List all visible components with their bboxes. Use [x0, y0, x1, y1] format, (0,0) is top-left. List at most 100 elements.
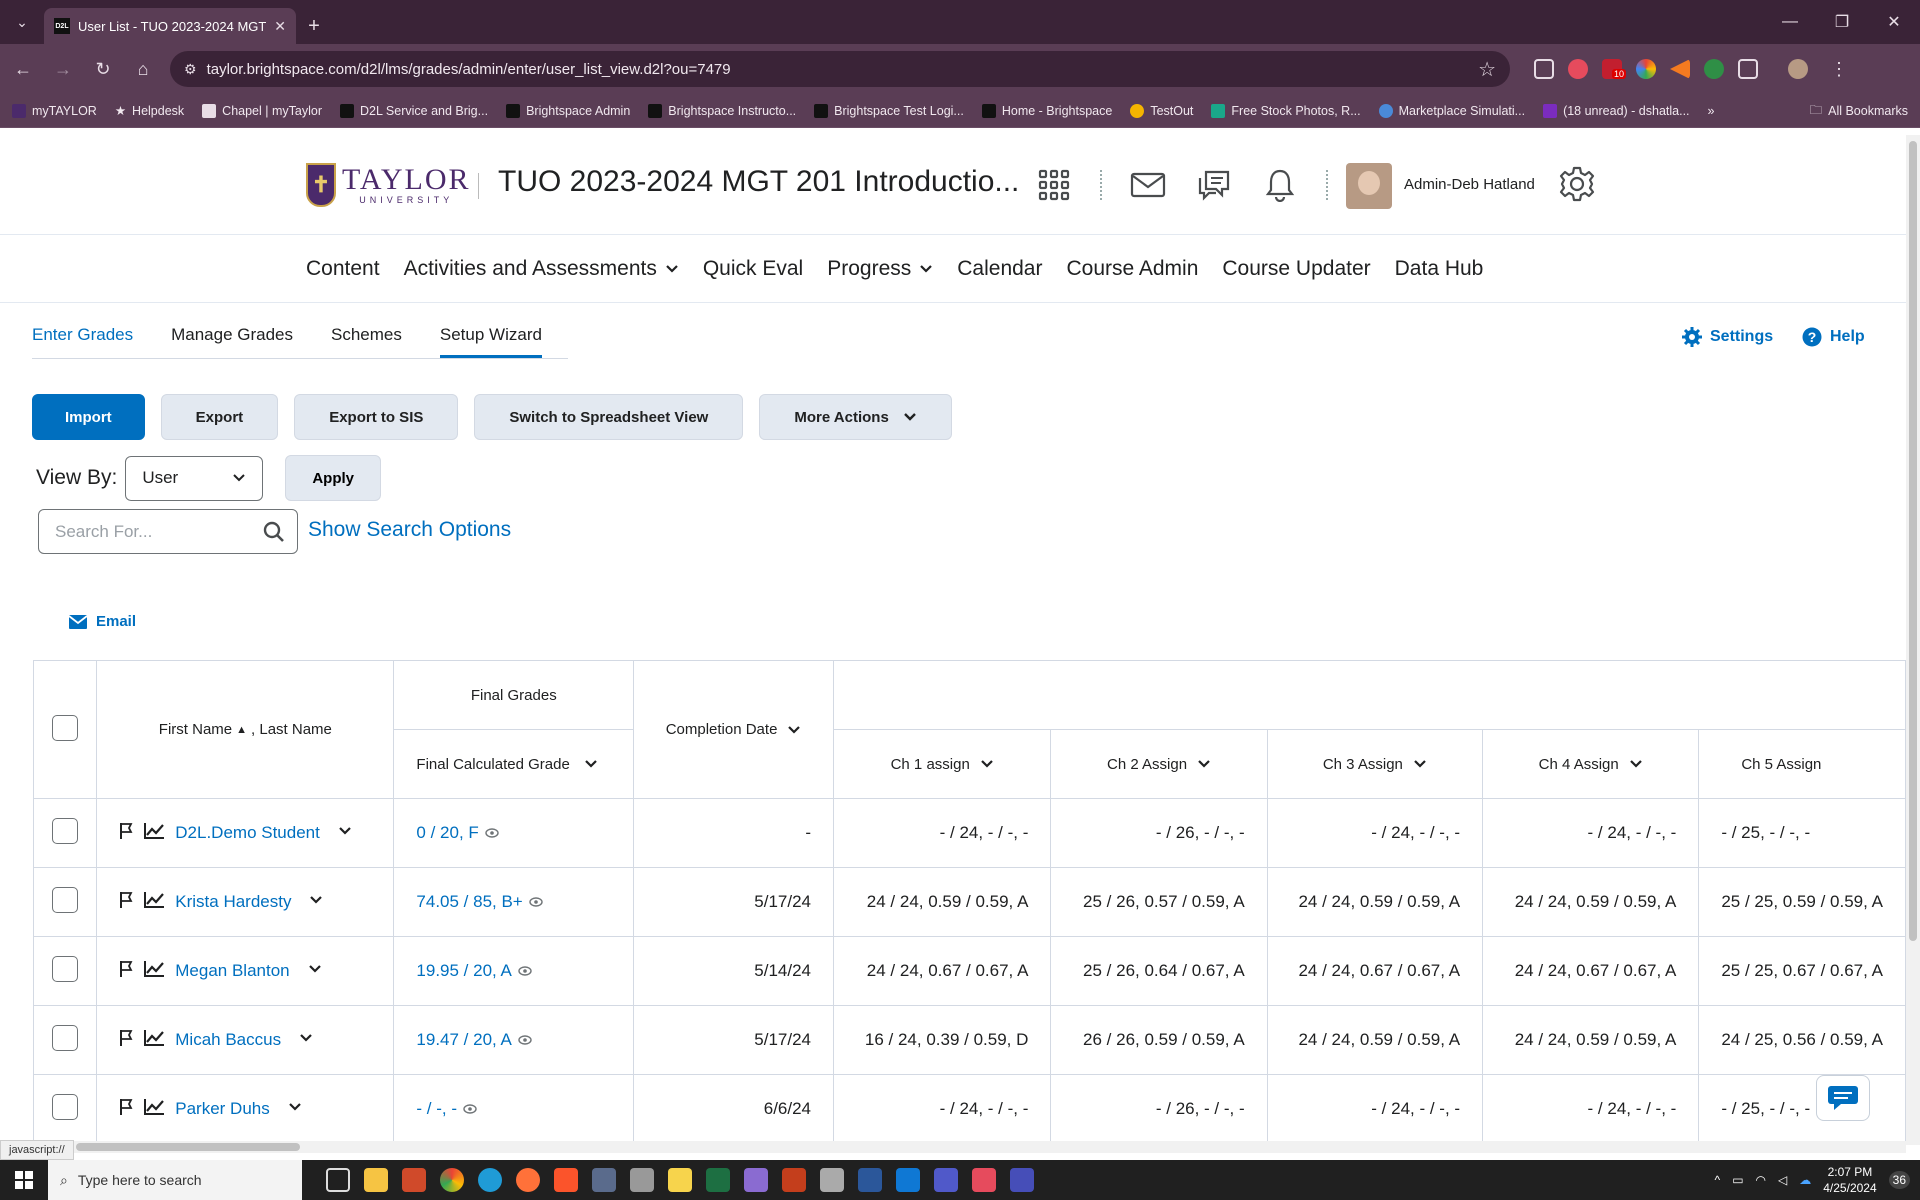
app-icon[interactable]	[744, 1168, 768, 1192]
grade-cell[interactable]: - / 25, - / -, -	[1698, 798, 1906, 868]
completion-date-header[interactable]: Completion Date	[633, 660, 834, 799]
settings-link[interactable]: Settings	[1682, 327, 1773, 347]
export-sis-button[interactable]: Export to SIS	[294, 394, 459, 440]
switch-spreadsheet-button[interactable]: Switch to Spreadsheet View	[474, 394, 744, 440]
bookmarks-overflow-icon[interactable]: »	[1708, 104, 1715, 118]
grade-cell[interactable]: - / 24, - / -, -	[1266, 798, 1484, 868]
close-tab-icon[interactable]: ✕	[274, 18, 286, 35]
progress-chart-icon[interactable]	[143, 822, 165, 845]
media-icon[interactable]	[1534, 59, 1554, 79]
restore-icon[interactable]: ❐	[1816, 0, 1868, 44]
app-icon[interactable]	[820, 1168, 844, 1192]
chevron-down-icon[interactable]	[1629, 757, 1643, 771]
chrome-menu-icon[interactable]: ⋮	[1830, 59, 1848, 80]
grade-cell[interactable]: 25 / 25, 0.59 / 0.59, A	[1698, 867, 1906, 937]
minimize-icon[interactable]: —	[1764, 0, 1816, 44]
forward-arrow-icon[interactable]: →	[46, 52, 80, 86]
nav-course-updater[interactable]: Course Updater	[1222, 257, 1370, 281]
grade-cell[interactable]: 24 / 24, 0.67 / 0.67, A	[832, 936, 1052, 1006]
progress-chart-icon[interactable]	[143, 960, 165, 983]
browser-tab[interactable]: D2L User List - TUO 2023-2024 MGT 2 ✕	[44, 8, 296, 44]
windows-start-icon[interactable]	[0, 1160, 48, 1200]
bookmark-item[interactable]: D2L Service and Brig...	[339, 103, 488, 118]
nav-data-hub[interactable]: Data Hub	[1395, 257, 1484, 281]
notification-count[interactable]: 36	[1888, 1171, 1910, 1189]
tab-manage-grades[interactable]: Manage Grades	[171, 325, 293, 358]
grade-cell[interactable]: 25 / 26, 0.57 / 0.59, A	[1050, 867, 1268, 937]
student-name-link[interactable]: D2L.Demo Student	[175, 823, 320, 843]
bookmark-item[interactable]: Brightspace Test Logi...	[814, 103, 964, 118]
course-title[interactable]: TUO 2023-2024 MGT 201 Introductio...	[498, 165, 1019, 199]
student-name-link[interactable]: Krista Hardesty	[175, 892, 291, 912]
bookmark-item[interactable]: Home - Brightspace	[981, 103, 1112, 118]
address-bar[interactable]: ⚙ taylor.brightspace.com/d2l/lms/grades/…	[170, 51, 1510, 87]
export-button[interactable]: Export	[160, 394, 279, 440]
grade-cell[interactable]: - / 24, - / -, -	[1482, 798, 1700, 868]
wifi-icon[interactable]: ◠	[1756, 1173, 1766, 1187]
home-icon[interactable]: ⌂	[126, 52, 160, 86]
excel-icon[interactable]	[706, 1168, 730, 1192]
taskbar-search-input[interactable]: ⌕ Type here to search	[48, 1160, 302, 1200]
grade-cell[interactable]: - / 24, - / -, -	[1482, 1074, 1700, 1144]
discussions-icon[interactable]	[1194, 165, 1234, 205]
app-icon[interactable]	[630, 1168, 654, 1192]
help-link[interactable]: ? Help	[1802, 327, 1865, 347]
bell-icon[interactable]	[1260, 165, 1300, 205]
nav-activities[interactable]: Activities and Assessments	[404, 257, 679, 281]
chat-support-button[interactable]	[1816, 1075, 1870, 1121]
chevron-down-icon[interactable]	[338, 823, 352, 843]
chevron-down-icon[interactable]	[584, 757, 598, 771]
tab-schemes[interactable]: Schemes	[331, 325, 402, 358]
apply-button[interactable]: Apply	[285, 455, 381, 501]
bookmark-star-icon[interactable]: ☆	[1478, 57, 1496, 82]
tab-search-chevron-icon[interactable]: ⌄	[0, 0, 44, 44]
onedrive-icon[interactable]: ☁	[1799, 1173, 1811, 1187]
extensions-puzzle-icon[interactable]	[1738, 59, 1758, 79]
teams-classic-icon[interactable]	[1010, 1168, 1034, 1192]
search-input[interactable]: Search For...	[38, 509, 298, 554]
chrome-icon[interactable]	[440, 1168, 464, 1192]
horizontal-scroll-thumb[interactable]	[76, 1143, 300, 1151]
student-name-link[interactable]: Parker Duhs	[175, 1099, 269, 1119]
nav-course-admin[interactable]: Course Admin	[1066, 257, 1198, 281]
app-icon[interactable]	[972, 1168, 996, 1192]
show-search-options-link[interactable]: Show Search Options	[308, 518, 511, 542]
assign-header-ch1[interactable]: Ch 1 assign	[832, 729, 1052, 799]
grade-cell[interactable]: - / 26, - / -, -	[1050, 798, 1268, 868]
grade-cell[interactable]: - / 24, - / -, -	[832, 798, 1052, 868]
tab-enter-grades[interactable]: Enter Grades	[32, 325, 133, 358]
close-window-icon[interactable]: ✕	[1868, 0, 1920, 44]
horizontal-scrollbar[interactable]	[0, 1141, 1906, 1153]
row-checkbox[interactable]	[52, 886, 79, 913]
bookmark-item[interactable]: myTAYLOR	[12, 103, 97, 118]
gear-icon[interactable]	[1558, 165, 1596, 208]
word-icon[interactable]	[858, 1168, 882, 1192]
final-grade-link[interactable]: 0 / 20, F	[416, 823, 478, 843]
grade-cell[interactable]: 24 / 25, 0.56 / 0.59, A	[1698, 1005, 1906, 1075]
taylor-logo[interactable]: ✝ TAYLOR UNIVERSITY	[306, 163, 471, 207]
profile-avatar-icon[interactable]	[1788, 59, 1808, 79]
view-by-select[interactable]: User	[125, 455, 264, 501]
battery-icon[interactable]: ▭	[1732, 1173, 1743, 1187]
sticky-notes-icon[interactable]	[668, 1168, 692, 1192]
grade-cell[interactable]: 24 / 24, 0.67 / 0.67, A	[1482, 936, 1700, 1006]
email-button[interactable]: Email	[68, 613, 136, 630]
powerpoint-icon[interactable]	[782, 1168, 806, 1192]
task-view-icon[interactable]	[326, 1168, 350, 1192]
flag-icon[interactable]	[119, 1029, 133, 1052]
site-info-icon[interactable]: ⚙	[184, 61, 197, 78]
final-grade-link[interactable]: 74.05 / 85, B+	[416, 892, 522, 912]
progress-chart-icon[interactable]	[143, 1098, 165, 1121]
extension-green-icon[interactable]	[1704, 59, 1724, 79]
bookmark-item[interactable]: Free Stock Photos, R...	[1211, 103, 1361, 118]
tab-setup-wizard[interactable]: Setup Wizard	[439, 325, 542, 358]
nav-quick-eval[interactable]: Quick Eval	[703, 257, 803, 281]
calculator-icon[interactable]	[592, 1168, 616, 1192]
chevron-down-icon[interactable]	[1413, 757, 1427, 771]
bookmark-item[interactable]: Brightspace Admin	[506, 103, 630, 118]
name-column-header[interactable]: First Name ▲, Last Name	[96, 660, 395, 799]
chevron-down-icon[interactable]	[309, 892, 323, 912]
bookmark-item[interactable]: Marketplace Simulati...	[1378, 103, 1525, 118]
chevron-down-icon[interactable]	[1197, 757, 1211, 771]
chevron-down-icon[interactable]	[980, 757, 994, 771]
